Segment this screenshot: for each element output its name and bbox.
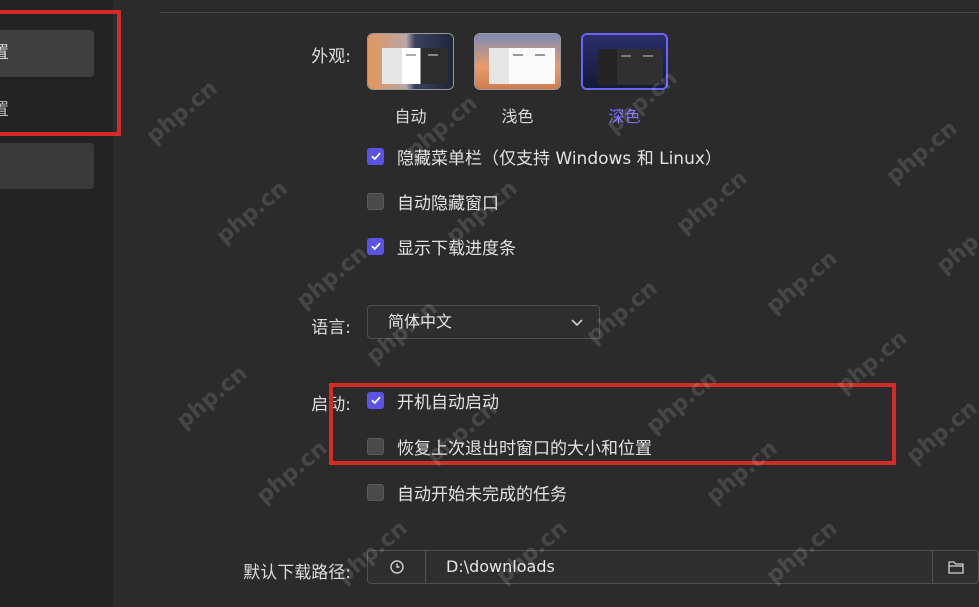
theme-auto-label: 自动: [394, 107, 427, 126]
theme-dark-label: 深色: [608, 107, 641, 126]
resume-tasks-label: 自动开始未完成的任务: [397, 484, 567, 505]
auto-hide-window-label: 自动隐藏窗口: [397, 193, 499, 214]
history-clock-icon[interactable]: [368, 551, 426, 583]
download-path-value: D:\downloads: [446, 557, 555, 576]
annotation-highlight-sidebar: [0, 10, 121, 136]
show-progress-label: 显示下载进度条: [397, 238, 516, 259]
language-select-value: 简体中文: [388, 312, 453, 331]
show-progress-option[interactable]: 显示下载进度条: [367, 235, 516, 259]
chevron-down-icon: [571, 319, 583, 327]
hide-menu-option[interactable]: 隐藏菜单栏（仅支持 Windows 和 Linux）: [367, 145, 722, 169]
settings-panel: 外观: 自动 浅色 深色 隐藏菜单栏（仅支持 Windows 和 Linux） …: [113, 0, 979, 607]
theme-auto-thumbnail[interactable]: [367, 33, 454, 90]
sidebar-item-other[interactable]: [0, 143, 94, 189]
auto-hide-window-option[interactable]: 自动隐藏窗口: [367, 190, 499, 214]
appearance-label: 外观:: [311, 47, 351, 67]
language-label: 语言:: [311, 318, 351, 338]
download-path-input[interactable]: D:\downloads: [367, 550, 979, 584]
theme-light-label: 浅色: [501, 107, 534, 126]
download-path-label: 默认下载路径:: [243, 563, 351, 583]
theme-dark-thumbnail[interactable]: [581, 33, 668, 90]
folder-icon[interactable]: [932, 551, 978, 583]
theme-light-thumbnail[interactable]: [474, 33, 561, 90]
resume-tasks-option[interactable]: 自动开始未完成的任务: [367, 481, 567, 505]
hide-menu-checkbox[interactable]: [367, 147, 384, 165]
hide-menu-label: 隐藏菜单栏（仅支持 Windows 和 Linux）: [397, 148, 722, 169]
show-progress-checkbox[interactable]: [367, 237, 384, 255]
language-select[interactable]: 简体中文: [367, 305, 600, 339]
auto-hide-window-checkbox[interactable]: [367, 192, 384, 210]
resume-tasks-checkbox[interactable]: [367, 483, 384, 501]
annotation-highlight-startup: [329, 383, 896, 465]
